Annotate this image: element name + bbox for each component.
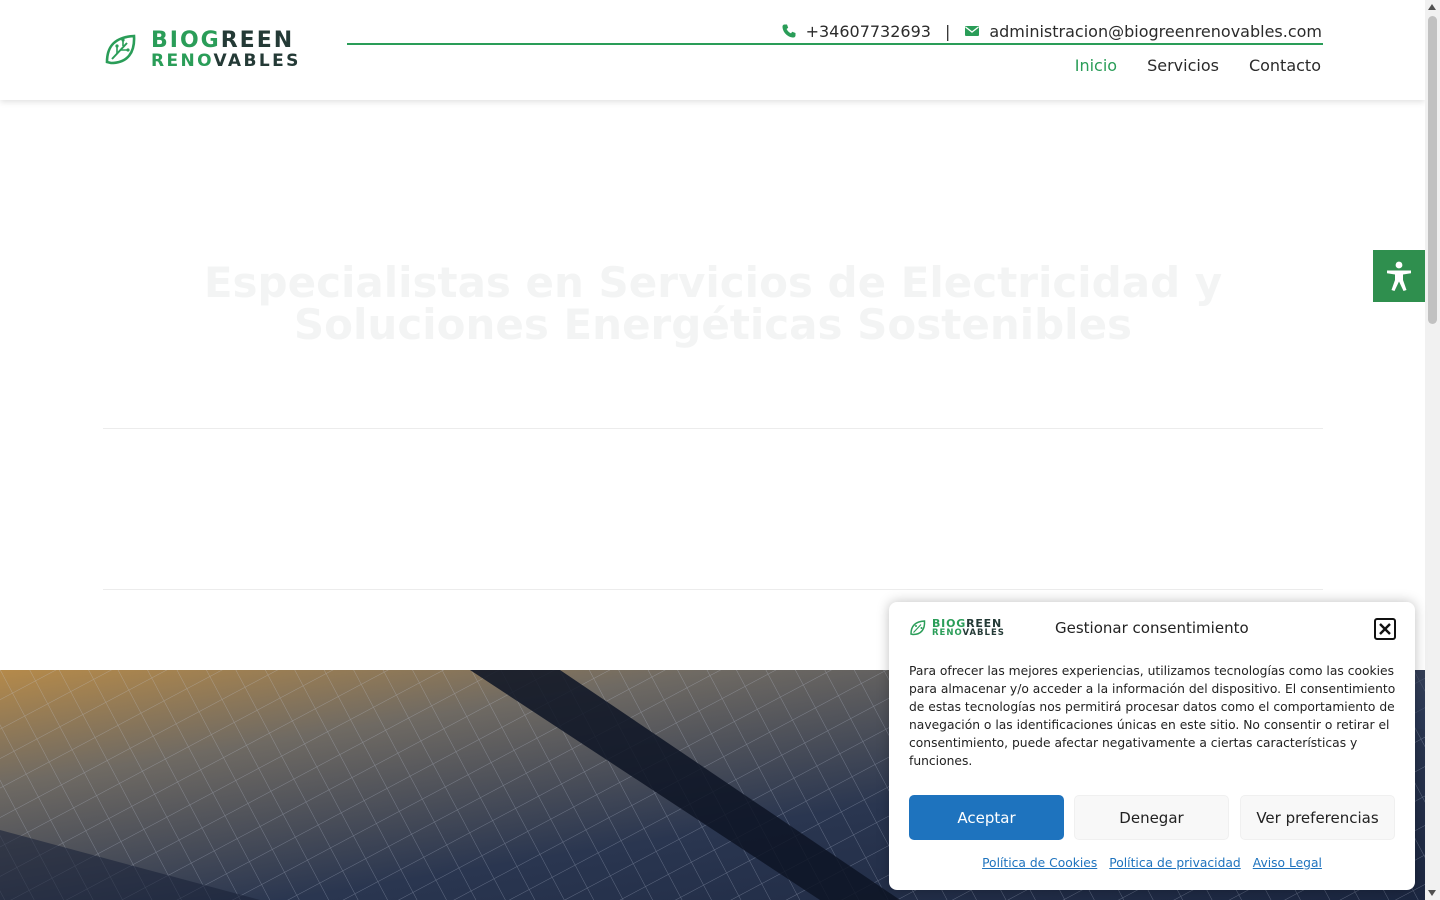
site-header: BIOGREEN RENOVABLES +34607732693 | admin… [0, 0, 1425, 100]
main-nav: Inicio Servicios Contacto [1075, 56, 1321, 75]
topbar-separator: | [944, 21, 951, 41]
accept-button[interactable]: Aceptar [909, 795, 1064, 840]
phone-icon [782, 24, 796, 38]
cookie-policy-link[interactable]: Política de Cookies [982, 856, 1097, 870]
cookie-dialog-title: Gestionar consentimiento [1055, 619, 1249, 637]
logo-wordmark: BIOGREEN RENOVABLES [151, 30, 301, 70]
scrollbar-thumb[interactable] [1428, 16, 1437, 324]
hero-title: Especialistas en Servicios de Electricid… [203, 258, 1223, 349]
phone-link[interactable]: +34607732693 [781, 22, 931, 41]
contact-topbar: +34607732693 | administracion@biogreenre… [781, 20, 1322, 42]
email-address: administracion@biogreenrenovables.com [989, 21, 1322, 41]
page-scrollbar[interactable] [1425, 0, 1440, 900]
leaf-logo-icon [910, 619, 926, 636]
leaf-logo-icon [105, 34, 136, 65]
logo-text-part: VABLES [213, 51, 301, 71]
phone-number: +34607732693 [805, 21, 931, 41]
legal-notice-link[interactable]: Aviso Legal [1253, 856, 1322, 870]
scroll-up-arrow-icon[interactable] [1428, 4, 1436, 10]
cookie-policy-links: Política de Cookies Política de privacid… [889, 856, 1415, 870]
accessibility-button[interactable] [1373, 250, 1425, 302]
logo-text-part: VABLES [962, 628, 1005, 638]
section-divider [103, 428, 1323, 429]
envelope-icon [965, 26, 980, 36]
nav-item-servicios[interactable]: Servicios [1147, 56, 1219, 75]
nav-item-contacto[interactable]: Contacto [1249, 56, 1321, 75]
accessibility-icon [1387, 261, 1411, 291]
logo-text-part: RENO [151, 51, 214, 71]
section-divider [103, 589, 1323, 590]
deny-button[interactable]: Denegar [1074, 795, 1229, 840]
email-link[interactable]: administracion@biogreenrenovables.com [964, 22, 1322, 41]
cookie-dialog-text: Para ofrecer las mejores experiencias, u… [909, 664, 1396, 768]
header-divider [347, 43, 1323, 45]
logo-text-part: REEN [220, 28, 295, 53]
scroll-down-arrow-icon[interactable] [1428, 890, 1436, 896]
nav-item-inicio[interactable]: Inicio [1075, 56, 1117, 75]
logo-text-part: RENO [932, 628, 963, 638]
close-icon [1379, 623, 1391, 635]
cookie-consent-dialog: BIOGREEN RENOVABLES Gestionar consentimi… [889, 602, 1415, 890]
view-preferences-button[interactable]: Ver preferencias [1240, 795, 1395, 840]
logo-text-part: BIOG [151, 28, 221, 53]
close-button[interactable] [1374, 618, 1396, 640]
cookie-dialog-logo: BIOGREEN RENOVABLES [909, 618, 1005, 638]
site-logo[interactable]: BIOGREEN RENOVABLES [103, 30, 301, 70]
privacy-policy-link[interactable]: Política de privacidad [1109, 856, 1240, 870]
